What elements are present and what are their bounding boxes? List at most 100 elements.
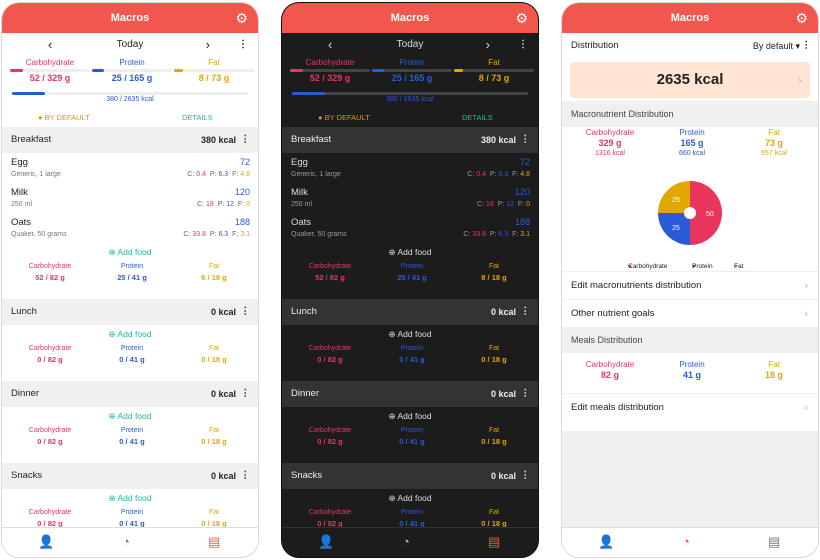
macro-goals: Carbohydrate 329 g 1316 kcal Protein 165 g 6… — [562, 127, 818, 171]
add-food-button[interactable]: ⊕ Add food — [282, 243, 538, 261]
pie-svg: 50 25 25 — [658, 181, 722, 245]
more-icon[interactable]: ⋮ — [521, 299, 531, 325]
app-title: Macros — [390, 12, 430, 24]
chevron-left-icon[interactable]: ‹ — [48, 33, 52, 57]
pie-label-prot: 25 — [672, 225, 680, 232]
food-row[interactable]: Egg Generic, 1 large 72 C: 0.4 P: 6.3 F: 4.… — [2, 153, 258, 183]
meal-header-snacks[interactable]: Snacks 0 kcal ⋮ — [282, 463, 538, 489]
food-name: Egg — [11, 157, 28, 168]
meal-goals: Carbohydrate 82 g Protein 41 g Fat 18 g — [585, 360, 783, 380]
details-button[interactable]: DETAILS — [182, 113, 213, 122]
add-food-button[interactable]: ⊕ Add food — [2, 243, 258, 261]
meal-header-dinner[interactable]: Dinner 0 kcal ⋮ — [282, 381, 538, 407]
food-name: Oats — [11, 217, 32, 228]
food-macros: C: 33.8 P: 6.3 F: 3.1 — [183, 231, 250, 238]
more-icon[interactable]: ⋮ — [521, 127, 531, 153]
pie-chart-icon[interactable]: ◔ — [682, 534, 690, 549]
fat-label: Fat — [488, 58, 500, 67]
add-food-button[interactable]: ⊕ Add food — [2, 407, 258, 425]
carb-value: 52 / 329 g — [309, 73, 351, 83]
app-header: Macros ⚙ — [2, 3, 258, 33]
more-icon[interactable]: ⋮ — [241, 299, 251, 325]
meal-header-breakfast[interactable]: Breakfast 380 kcal ⋮ — [282, 127, 538, 153]
circle-icon: ● — [318, 113, 325, 122]
more-icon[interactable]: ⋮ — [521, 463, 531, 489]
meal-header-snacks[interactable]: Snacks 0 kcal ⋮ — [2, 463, 258, 489]
food-row[interactable]: Milk 250 ml 120 C: 18 P: 12 F: 0 — [2, 183, 258, 213]
options-row: ● BY DEFAULT DETAILS — [282, 107, 538, 127]
diary-icon[interactable]: ▤ — [488, 534, 500, 550]
gear-icon[interactable]: ⚙ — [235, 3, 248, 33]
food-row[interactable]: Milk 250 ml 120 C: 18 P: 12 F: 0 — [282, 183, 538, 213]
food-row[interactable]: Oats Quaker, 50 grams 188 C: 33.8 P: 6.3 F:… — [2, 213, 258, 243]
protein-progress — [92, 69, 172, 72]
meal-header-lunch[interactable]: Lunch 0 kcal ⋮ — [2, 299, 258, 325]
day-navigator: ‹ Today › ⋮ — [2, 33, 258, 57]
protein-value: 25 / 165 g — [111, 73, 153, 83]
more-icon[interactable]: ⋮ — [238, 33, 248, 57]
by-default-dropdown[interactable]: By default ▾ — [753, 33, 800, 59]
day-navigator: ‹ Today › ⋮ — [282, 33, 538, 57]
pie-chart-icon[interactable]: ◔ — [402, 534, 410, 549]
person-icon[interactable]: 👤 — [318, 534, 334, 550]
caret-down-icon: ▾ — [795, 41, 800, 51]
fat-value: 8 / 73 g — [478, 73, 510, 83]
chevron-left-icon[interactable]: ‹ — [328, 33, 332, 57]
fat-progress — [174, 69, 254, 72]
pie-legend: ● Carbohydrate ● Protein ● Fat — [628, 263, 744, 270]
kcal-progress — [292, 92, 528, 95]
diary-icon[interactable]: ▤ — [768, 534, 780, 550]
food-kcal: 120 — [234, 187, 250, 197]
food-row[interactable]: Egg Generic, 1 large 72 C: 0.4 P: 6.3 F: 4.… — [282, 153, 538, 183]
food-kcal: 188 — [234, 217, 250, 227]
more-icon[interactable]: ⋮ — [802, 33, 812, 59]
more-icon[interactable]: ⋮ — [521, 381, 531, 407]
protein-value: 25 / 41 g — [117, 273, 147, 282]
edit-macronutrients-row[interactable]: Edit macronutrients distribution › — [562, 271, 818, 299]
add-food-button[interactable]: ⊕ Add food — [2, 325, 258, 343]
diary-icon[interactable]: ▤ — [208, 534, 220, 550]
by-default-button[interactable]: ● BY DEFAULT — [318, 113, 370, 122]
meal-header-breakfast[interactable]: Breakfast 380 kcal ⋮ — [2, 127, 258, 153]
add-food-button[interactable]: ⊕ Add food — [282, 325, 538, 343]
other-nutrient-goals-row[interactable]: Other nutrient goals › — [562, 299, 818, 327]
phone-distribution: Macros ⚙ Distribution By default ▾ ⋮ 263… — [561, 2, 819, 558]
more-icon[interactable]: ⋮ — [518, 33, 528, 57]
day-label: Today — [116, 39, 144, 50]
meal-header-dinner[interactable]: Dinner 0 kcal ⋮ — [2, 381, 258, 407]
chevron-right-icon[interactable]: › — [486, 33, 490, 57]
meal-header-lunch[interactable]: Lunch 0 kcal ⋮ — [282, 299, 538, 325]
pie-chart-icon[interactable]: ◔ — [122, 534, 130, 549]
carb-value: 52 / 82 g — [35, 273, 65, 282]
fat-progress — [454, 69, 534, 72]
chevron-right-icon: › — [804, 402, 808, 414]
carb-label: Carbohydrate — [25, 58, 75, 67]
protein-progress — [372, 69, 452, 72]
empty-area — [562, 431, 818, 527]
carb-label: Carbohydrate — [585, 128, 635, 137]
add-food-button[interactable]: ⊕ Add food — [282, 489, 538, 507]
chevron-right-icon: › — [798, 73, 802, 87]
app-header: Macros ⚙ — [562, 3, 818, 33]
edit-meals-distribution-row[interactable]: Edit meals distribution › — [562, 393, 818, 421]
gear-icon[interactable]: ⚙ — [795, 3, 808, 33]
more-icon[interactable]: ⋮ — [241, 463, 251, 489]
add-food-button[interactable]: ⊕ Add food — [282, 407, 538, 425]
carb-progress — [10, 69, 90, 72]
add-food-button[interactable]: ⊕ Add food — [2, 489, 258, 507]
gear-icon[interactable]: ⚙ — [515, 3, 528, 33]
food-row[interactable]: Oats Quaker, 50 grams 188 C: 33.8 P: 6.3 F:… — [282, 213, 538, 243]
more-icon[interactable]: ⋮ — [241, 381, 251, 407]
daily-summary: Carbohydrate 52 / 329 g Protein 25 / 165 g… — [282, 57, 538, 89]
kcal-total-text: 380 / 2635 kcal — [106, 96, 154, 103]
kcal-goal-card[interactable]: 2635 kcal › — [570, 62, 810, 98]
chevron-right-icon[interactable]: › — [206, 33, 210, 57]
more-icon[interactable]: ⋮ — [241, 127, 251, 153]
carb-grams: 329 g — [598, 138, 622, 148]
details-button[interactable]: DETAILS — [462, 113, 493, 122]
section-meals: Meals Distribution — [562, 327, 818, 353]
person-icon[interactable]: 👤 — [38, 534, 54, 550]
by-default-button[interactable]: ● BY DEFAULT — [38, 113, 90, 122]
meal-totals: Carbohydrate 0 / 82 g Protein 0 / 41 g Fat… — [28, 345, 227, 364]
person-icon[interactable]: 👤 — [598, 534, 614, 550]
